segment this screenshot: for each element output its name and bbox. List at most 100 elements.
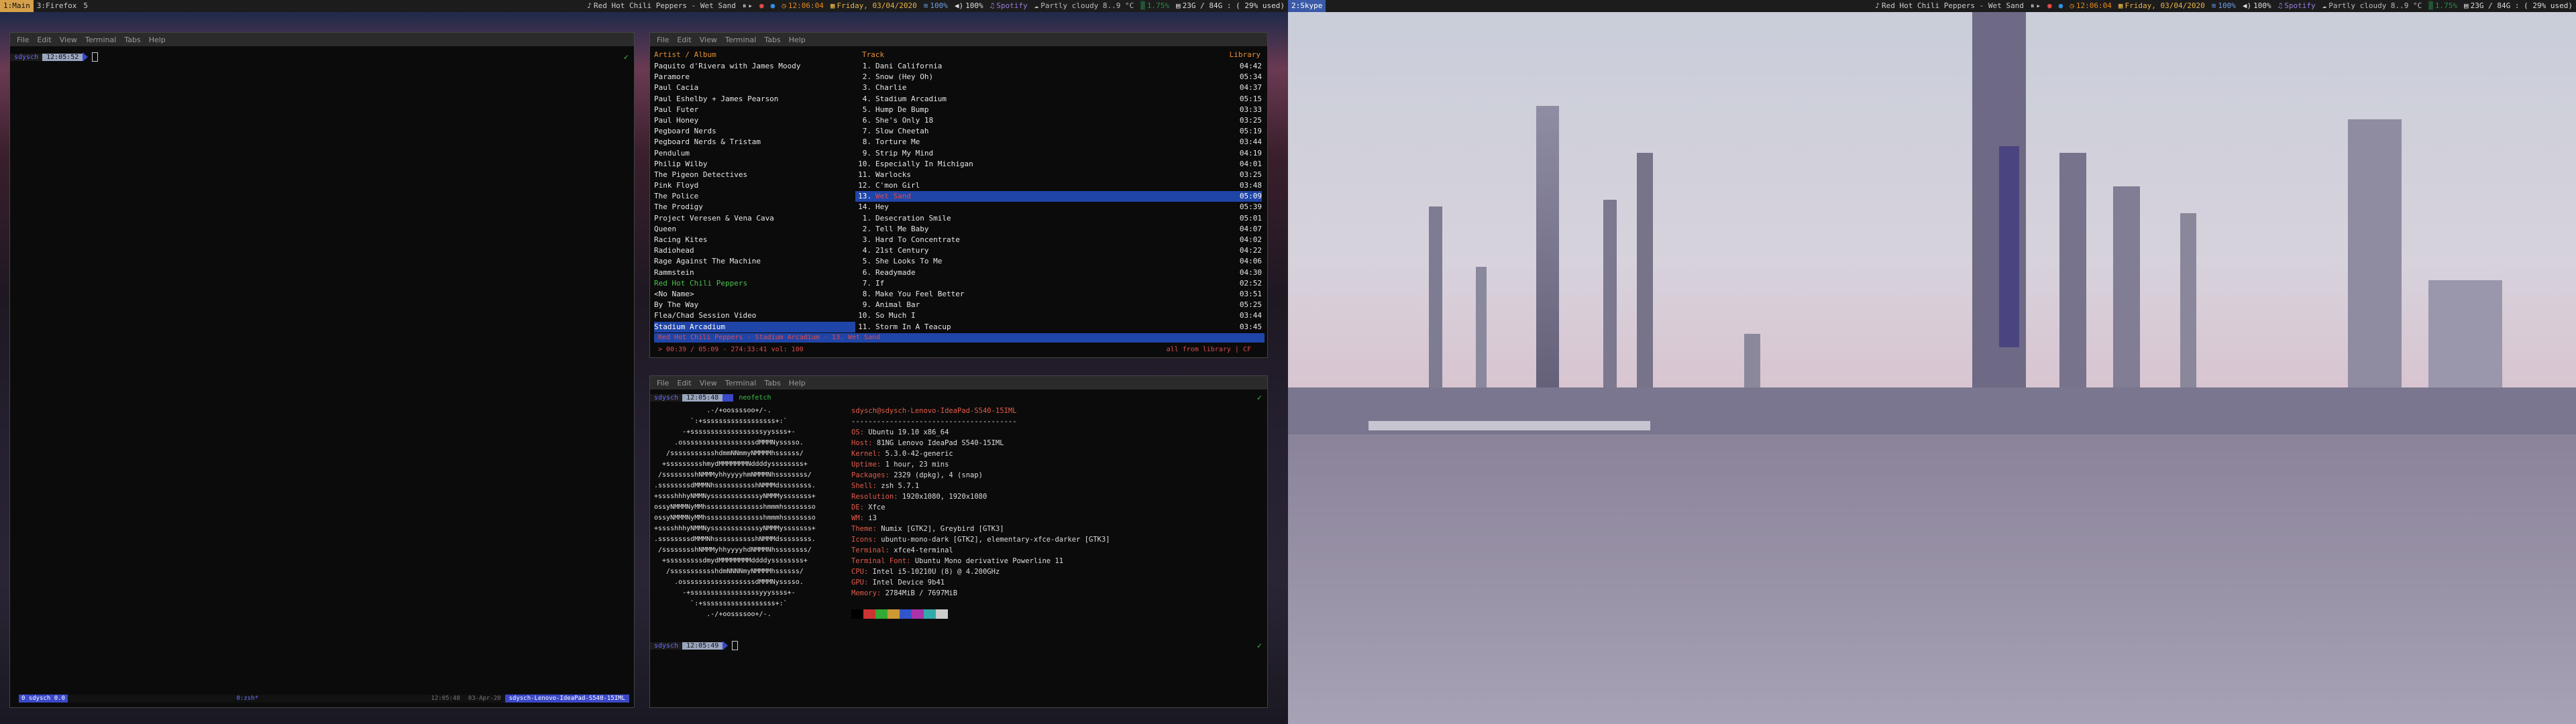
media-controls[interactable]: ⏸ ▸ <box>2027 0 2044 12</box>
workspace-2-skype[interactable]: 2:Skype <box>1288 0 1326 12</box>
artist-item[interactable]: Queen <box>654 224 855 235</box>
text-cursor[interactable] <box>92 52 99 62</box>
palette-swatch <box>924 609 936 619</box>
artist-item[interactable]: The Police <box>654 191 855 202</box>
artist-item[interactable]: By The Way <box>654 300 855 310</box>
spotify[interactable]: ♫ Spotify <box>987 0 1031 12</box>
artist-item[interactable]: <No Name> <box>654 289 855 300</box>
artist-item[interactable]: The Pigeon Detectives <box>654 170 855 180</box>
track-row[interactable]: 3. Charlie 04:37 <box>855 82 1262 93</box>
menu-tabs[interactable]: Tabs <box>124 36 140 44</box>
menu-help[interactable]: Help <box>789 36 806 44</box>
menu-help[interactable]: Help <box>149 36 166 44</box>
artist-item[interactable]: Paul Eshelby + James Pearson <box>654 94 855 105</box>
terminal-left[interactable]: File Edit View Terminal Tabs Help sdysch… <box>9 32 635 708</box>
menu-terminal[interactable]: Terminal <box>725 36 757 44</box>
info-line: Shell: zsh 5.7.1 <box>851 481 1110 491</box>
track-row[interactable]: 6. She's Only 18 03:25 <box>855 115 1262 126</box>
info-key: DE: <box>851 503 864 511</box>
track-row[interactable]: 12. C'mon Girl 03:48 <box>855 180 1262 191</box>
spotify[interactable]: ♫ Spotify <box>2275 0 2319 12</box>
volume[interactable]: ◀) 100% <box>2239 0 2275 12</box>
menu-edit[interactable]: Edit <box>37 36 51 44</box>
artist-item[interactable]: Philip Wilby <box>654 159 855 170</box>
track-row[interactable]: 1. Desecration Smile 05:01 <box>855 213 1262 224</box>
network[interactable]: ≋ 100% <box>2208 0 2239 12</box>
menu-edit[interactable]: Edit <box>677 36 691 44</box>
menu-tabs[interactable]: Tabs <box>764 36 780 44</box>
artist-item[interactable]: Pegboard Nerds <box>654 126 855 137</box>
track-list[interactable]: 1. Dani California 04:42 2. Snow (Hey Oh) 05:… <box>855 61 1262 333</box>
workspace-5[interactable]: 5 <box>80 0 91 12</box>
track-row[interactable]: 11. Warlocks 03:25 <box>855 170 1262 180</box>
menu-file[interactable]: File <box>657 379 669 387</box>
track-row[interactable]: 14. Hey 05:39 <box>855 202 1262 213</box>
network[interactable]: ≋ 100% <box>920 0 951 12</box>
track-row[interactable]: 7. If 02:52 <box>855 278 1262 289</box>
track-row[interactable]: 8. Torture Me 03:44 <box>855 137 1262 147</box>
artist-list[interactable]: Paquito d'Rivera with James Moody Paramor… <box>654 61 855 333</box>
track-row[interactable]: 9. Animal Bar 05:25 <box>855 300 1262 310</box>
menu-edit[interactable]: Edit <box>677 379 691 387</box>
text-cursor[interactable] <box>732 641 739 650</box>
music-note-icon: ♪ <box>587 1 592 10</box>
track-row[interactable]: 6. Readymade 04:30 <box>855 267 1262 278</box>
artist-item[interactable]: Flea/Chad Session Video <box>654 310 855 321</box>
menu-view[interactable]: View <box>700 379 717 387</box>
now-playing[interactable]: ♪ Red Hot Chili Peppers - Wet Sand <box>584 0 739 12</box>
artist-item[interactable]: Paramore <box>654 72 855 82</box>
track-row[interactable]: 10. So Much I 03:44 <box>855 310 1262 321</box>
track-row[interactable]: 2. Snow (Hey Oh) 05:34 <box>855 72 1262 82</box>
workspace-3-firefox[interactable]: 3:Firefox <box>34 0 80 12</box>
track-row[interactable]: 9. Strip My Mind 04:19 <box>855 148 1262 159</box>
next-icon[interactable]: ▸ <box>2036 0 2041 12</box>
artist-item[interactable]: Paul Futer <box>654 105 855 115</box>
track-row[interactable]: 5. She Looks To Me 04:06 <box>855 256 1262 267</box>
artist-item[interactable]: The Prodigy <box>654 202 855 213</box>
artist-item[interactable]: Paul Cacia <box>654 82 855 93</box>
artist-item[interactable]: Red Hot Chili Peppers <box>654 278 855 289</box>
menu-view[interactable]: View <box>60 36 77 44</box>
artist-item[interactable]: Rage Against The Machine <box>654 256 855 267</box>
track-row[interactable]: 2. Tell Me Baby 04:07 <box>855 224 1262 235</box>
artist-item[interactable]: Racing Kites <box>654 235 855 245</box>
cmus-window[interactable]: File Edit View Terminal Tabs Help Artist… <box>649 32 1268 358</box>
menu-view[interactable]: View <box>700 36 717 44</box>
track-row[interactable]: 8. Make You Feel Better 03:51 <box>855 289 1262 300</box>
track-row[interactable]: 4. 21st Century 04:22 <box>855 245 1262 256</box>
menu-terminal[interactable]: Terminal <box>725 379 757 387</box>
artist-item[interactable]: Rammstein <box>654 267 855 278</box>
track-row[interactable]: 10. Especially In Michigan 04:01 <box>855 159 1262 170</box>
pause-icon[interactable]: ⏸ <box>2031 0 2035 12</box>
track-row[interactable]: 3. Hard To Concentrate 04:02 <box>855 235 1262 245</box>
menu-tabs[interactable]: Tabs <box>764 379 780 387</box>
now-playing[interactable]: ♪ Red Hot Chili Peppers - Wet Sand <box>1872 0 2027 12</box>
track-row[interactable]: 13. Wet Sand 05:09 <box>855 191 1262 202</box>
track-row[interactable]: 7. Slow Cheetah 05:19 <box>855 126 1262 137</box>
artist-item[interactable]: Paul Honey <box>654 115 855 126</box>
menu-file[interactable]: File <box>657 36 669 44</box>
menu-help[interactable]: Help <box>789 379 806 387</box>
artist-item[interactable]: Paquito d'Rivera with James Moody <box>654 61 855 72</box>
neofetch-terminal[interactable]: File Edit View Terminal Tabs Help sdysch… <box>649 375 1268 708</box>
media-controls[interactable]: ⏸ ▸ <box>739 0 756 12</box>
ascii-line: +sssshhhyNMMNyssssssssssssyNMMMysssssss+ <box>654 525 816 532</box>
artist-item[interactable]: Project Veresen & Vena Cava <box>654 213 855 224</box>
track-row[interactable]: 1. Dani California 04:42 <box>855 61 1262 72</box>
next-icon[interactable]: ▸ <box>748 0 753 12</box>
prompt-time: 12:05:52 <box>42 53 83 61</box>
track-row[interactable]: 5. Hump De Bump 03:33 <box>855 105 1262 115</box>
menu-terminal[interactable]: Terminal <box>85 36 117 44</box>
artist-item[interactable]: Pink Floyd <box>654 180 855 191</box>
track-row[interactable]: 4. Stadium Arcadium 05:15 <box>855 94 1262 105</box>
workspace-1-main[interactable]: 1:Main <box>0 0 34 12</box>
artist-item[interactable]: Stadium Arcadium <box>654 321 855 333</box>
artist-item[interactable]: Radiohead <box>654 245 855 256</box>
artist-item[interactable]: Pendulum <box>654 148 855 159</box>
volume[interactable]: ◀) 100% <box>951 0 987 12</box>
tmux-window[interactable]: 0:zsh* <box>68 695 427 703</box>
menu-file[interactable]: File <box>17 36 29 44</box>
pause-icon[interactable]: ⏸ <box>743 0 747 12</box>
artist-item[interactable]: Pegboard Nerds & Tristam <box>654 137 855 147</box>
track-row[interactable]: 11. Storm In A Teacup 03:45 <box>855 322 1262 333</box>
